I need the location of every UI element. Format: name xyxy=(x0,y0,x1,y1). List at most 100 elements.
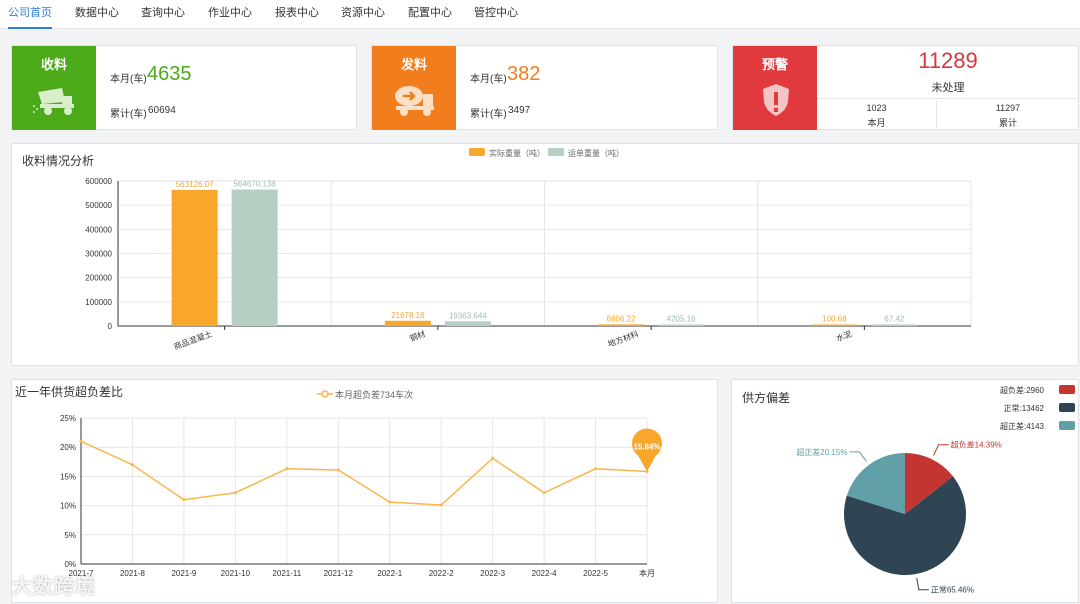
pie-slice-label: 超负差14.39% xyxy=(951,440,1002,450)
alert-divider xyxy=(817,98,1079,99)
line-point xyxy=(388,500,392,504)
line-y-tick-label: 10% xyxy=(60,502,76,511)
shield-icon xyxy=(763,84,789,116)
pie-leader-line xyxy=(849,451,867,462)
bar-y-tick-label: 300000 xyxy=(85,250,112,259)
bar-category-label: 商品混凝土 xyxy=(172,328,213,351)
dispatch-total-value: 3497 xyxy=(508,105,531,116)
alert-unhandled-label: 未处理 xyxy=(931,82,965,94)
tab-operation-center[interactable]: 作业中心 xyxy=(208,0,252,29)
pie-leader-line xyxy=(916,577,929,591)
line-x-tick-label: 2021-10 xyxy=(221,569,251,578)
pie-slice-label: 正常65.46% xyxy=(931,586,974,595)
bar-y-tick-label: 100000 xyxy=(85,298,112,307)
receive-total-value: 60694 xyxy=(148,105,176,116)
receive-kpi-badge: 收料 xyxy=(12,46,96,130)
alert-total-value: 11297 xyxy=(995,103,1021,113)
line-point xyxy=(233,491,237,495)
pie-leader-line xyxy=(932,444,949,456)
bar-actual xyxy=(598,324,645,326)
line-marker-label: 15.84% xyxy=(633,442,660,451)
receive-kpi-card[interactable]: 收料 本月(车) 4635 累计(车) 60694 xyxy=(11,45,357,130)
tab-query-center[interactable]: 查询中心 xyxy=(141,0,185,29)
alert-total-label: 累计 xyxy=(998,118,1017,128)
bar-category-label: 地方材料 xyxy=(606,328,639,348)
line-y-tick-label: 20% xyxy=(60,443,76,452)
bar-data-label: 67.42 xyxy=(884,315,905,324)
bar-data-label: 4205.16 xyxy=(667,315,696,324)
line-x-tick-label: 本月 xyxy=(639,568,655,578)
line-point xyxy=(336,468,340,472)
receive-month-value: 4635 xyxy=(147,63,192,85)
bar-waybill xyxy=(231,189,278,326)
alert-month-label: 本月 xyxy=(867,118,886,128)
tab-control-center[interactable]: 管控中心 xyxy=(474,0,518,29)
watermark-logo: 大数跨境 xyxy=(12,576,96,598)
top-navigation: 公司首页 数据中心 查询中心 作业中心 报表中心 资源中心 配置中心 管控中心 xyxy=(0,0,1080,29)
receive-bar-chart: 0 100000 200000 300000 400000 500000 600000 563… xyxy=(85,177,972,352)
dispatch-kpi-title: 发料 xyxy=(400,57,427,72)
line-y-tick-label: 0% xyxy=(64,560,76,569)
line-x-tick-label: 2022-5 xyxy=(583,569,608,578)
bar-data-label: 563126.07 xyxy=(176,180,214,189)
line-point xyxy=(439,503,443,507)
dispatch-month-value: 382 xyxy=(507,63,541,85)
bar-category-label: 钢材 xyxy=(408,328,426,343)
line-y-tick-label: 5% xyxy=(64,531,76,540)
bar-actual xyxy=(384,320,431,326)
dump-truck-icon xyxy=(33,88,74,115)
line-point xyxy=(491,456,495,460)
line-x-tick-label: 2022-2 xyxy=(429,569,454,578)
dispatch-kpi-badge: 发料 xyxy=(372,46,456,130)
dispatch-total-label: 累计(车) xyxy=(470,109,507,120)
dispatch-kpi-card[interactable]: 发料 本月(车) 382 累计(车) 3497 xyxy=(371,45,718,130)
bar-waybill xyxy=(871,324,918,326)
bar-data-label: 19363.644 xyxy=(449,311,487,320)
tab-config-center[interactable]: 配置中心 xyxy=(408,0,452,29)
bar-waybill xyxy=(444,321,491,326)
line-y-tick-label: 25% xyxy=(60,414,76,423)
alert-unhandled-value: 11289 xyxy=(918,48,978,73)
bar-category-label: 水泥 xyxy=(835,328,853,343)
line-x-tick-label: 2021-11 xyxy=(272,569,301,578)
bar-data-label: 21678.16 xyxy=(391,311,425,320)
dispatch-month-label: 本月(车) xyxy=(470,74,507,85)
receive-month-label: 本月(车) xyxy=(110,74,147,85)
pie-slice-label: 超正差20.15% xyxy=(796,447,847,457)
bar-data-label: 6806.22 xyxy=(607,314,636,323)
bar-actual xyxy=(811,324,858,326)
alert-kpi-badge: 预警 xyxy=(733,46,817,130)
tab-company-home[interactable]: 公司首页 xyxy=(8,0,52,29)
over-under-line-chart: 0%5%10%15%20%25%2021-7 2021-8 2021-9 2021-1… xyxy=(60,414,662,578)
bar-data-label: 564670.138 xyxy=(233,180,276,189)
tab-data-center[interactable]: 数据中心 xyxy=(75,0,119,29)
line-x-tick-label: 2021-9 xyxy=(171,569,196,578)
line-x-tick-label: 2022-4 xyxy=(532,569,557,578)
line-x-tick-label: 2021-12 xyxy=(324,569,354,578)
line-y-tick-label: 15% xyxy=(60,472,76,481)
line-x-tick-label: 2022-1 xyxy=(377,569,402,578)
line-x-tick-label: 2021-8 xyxy=(120,569,145,578)
bar-data-label: 100.68 xyxy=(822,315,847,324)
bar-y-tick-label: 0 xyxy=(108,322,113,331)
receive-total-label: 累计(车) xyxy=(110,109,147,120)
alert-month-value: 1023 xyxy=(866,103,887,113)
alert-kpi-card[interactable]: 预警 11289 未处理 1023 本月 11297 累计 xyxy=(732,45,1079,130)
line-point xyxy=(285,467,289,471)
tab-report-center[interactable]: 报表中心 xyxy=(275,0,319,29)
line-point xyxy=(594,467,598,471)
line-point xyxy=(130,463,134,467)
line-x-tick-label: 2022-3 xyxy=(480,569,505,578)
bar-y-tick-label: 400000 xyxy=(85,225,112,234)
line-point xyxy=(542,491,546,495)
bar-y-tick-label: 500000 xyxy=(85,201,112,210)
tab-resource-center[interactable]: 资源中心 xyxy=(341,0,385,29)
line-point xyxy=(79,439,83,443)
supplier-pie-chart: 超负差14.39% 正常65.46% 超正差20.15% xyxy=(796,440,1002,595)
line-point xyxy=(182,498,186,502)
bar-actual xyxy=(171,189,218,326)
receive-kpi-title: 收料 xyxy=(40,57,67,72)
bar-y-tick-label: 600000 xyxy=(85,177,112,186)
bar-waybill xyxy=(658,324,705,326)
line-series xyxy=(80,440,648,506)
